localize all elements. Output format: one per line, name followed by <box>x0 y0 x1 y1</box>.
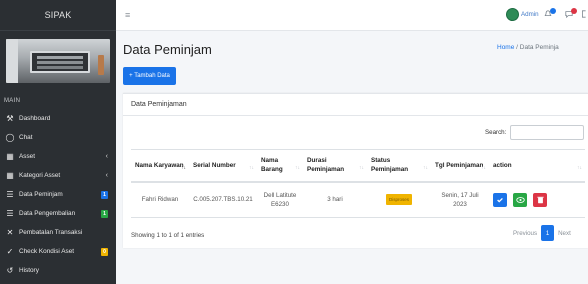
sidebar-item-label: Data Pengembalian <box>19 210 76 217</box>
delete-button[interactable] <box>533 192 547 207</box>
check-icon: ✓ <box>6 247 14 256</box>
cell-action <box>489 181 563 218</box>
column-header-status-peminjaman[interactable]: Status Peminjaman ↑↓ <box>367 149 431 183</box>
sort-icon: ↑↓ <box>249 164 254 171</box>
column-label: Durasi Peminjaman <box>307 157 345 174</box>
check-icon <box>497 197 503 203</box>
column-header-tgl-peminjaman[interactable]: Tgl Peminjaman ↑↓ <box>431 149 489 183</box>
data-card: Data Peminjaman Search: Nama Karyawan ↑↓… <box>123 93 588 248</box>
pagination-page-1[interactable]: 1 <box>541 225 555 241</box>
column-header-durasi-peminjaman[interactable]: Durasi Peminjaman ↑↓ <box>303 149 367 183</box>
list-icon: ☰ <box>6 209 14 218</box>
sidebar-item-check-kondisi-aset[interactable]: ✓ Check Kondisi Aset 0 <box>0 242 116 261</box>
search-label: Search: <box>485 129 507 136</box>
column-header-serial-number[interactable]: Serial Number ↑↓ <box>189 149 257 183</box>
pagination: Previous 1 Next <box>509 225 575 241</box>
column-header-nama-karyawan[interactable]: Nama Karyawan ↑↓ <box>131 149 189 183</box>
count-badge: 0 <box>101 247 108 256</box>
sidebar-banner-image <box>6 39 110 83</box>
chevron-left-icon: ‹ <box>105 172 108 179</box>
sidebar-item-pembatalan-transaksi[interactable]: ✕ Pembatalan Transaksi <box>0 223 116 242</box>
sidebar-item-label: Kategori Asset <box>19 172 61 179</box>
cell-nama-karyawan: Fahri Ridwan <box>131 181 189 218</box>
sort-icon: ↑↓ <box>359 164 364 171</box>
pagination-next[interactable]: Next <box>554 225 575 241</box>
sidebar: SIPAK MAIN ⚒ Dashboard ◯ Chat ▦ Asset ‹ … <box>0 0 116 284</box>
asset-icon: ▦ <box>6 152 14 161</box>
notification-badge <box>550 8 556 14</box>
history-icon: ↺ <box>6 266 14 275</box>
search-input[interactable] <box>510 125 584 140</box>
sort-icon: ↑↓ <box>481 164 486 171</box>
dashboard-icon: ⚒ <box>6 114 14 123</box>
sidebar-item-label: Dashboard <box>19 115 51 122</box>
column-label: Status Peminjaman <box>371 157 409 174</box>
breadcrumb-current: Data Peminja <box>519 44 559 51</box>
sidebar-item-history[interactable]: ↺ History <box>0 261 116 280</box>
sidebar-item-asset[interactable]: ▦ Asset ‹ <box>0 147 116 166</box>
count-badge: 1 <box>101 209 108 218</box>
close-icon: ✕ <box>6 228 14 237</box>
sidebar-section-label: MAIN <box>4 98 21 104</box>
entries-info: Showing 1 to 1 of 1 entries <box>131 232 205 239</box>
column-label: Tgl Peminjaman <box>435 161 484 169</box>
view-button[interactable] <box>513 192 527 207</box>
sidebar-item-dashboard[interactable]: ⚒ Dashboard <box>0 109 116 128</box>
cell-tgl: Senin, 17 Juli 2023 <box>431 181 489 218</box>
column-label: Nama Karyawan <box>135 161 184 169</box>
table-row: Fahri Ridwan C.005.207.TBS.10.21 Dell La… <box>131 181 585 218</box>
sidebar-item-label: Check Kondisi Aset <box>19 248 75 255</box>
category-icon: ▦ <box>6 171 14 180</box>
pagination-previous[interactable]: Previous <box>509 225 541 241</box>
cell-nama-barang: Dell Latitute E6230 <box>257 181 303 218</box>
sidebar-item-label: Data Peminjam <box>19 191 63 198</box>
column-header-nama-barang[interactable]: Nama Barang ↑↓ <box>257 149 303 183</box>
sidebar-item-data-pengembalian[interactable]: ☰ Data Pengembalian 1 <box>0 204 116 223</box>
column-header-action[interactable]: action <box>489 149 563 183</box>
sort-icon: ↑↓ <box>577 164 582 171</box>
status-badge: Disproses <box>385 194 412 206</box>
sort-icon: ↑↓ <box>295 164 300 171</box>
column-label: Serial Number <box>193 161 236 169</box>
sidebar-item-label: Chat <box>19 134 33 141</box>
hamburger-menu-icon[interactable]: ≡ <box>125 10 130 20</box>
sidebar-item-data-peminjam[interactable]: ☰ Data Peminjam 1 <box>0 185 116 204</box>
add-data-button[interactable]: + Tambah Data <box>123 67 176 85</box>
brand-logo[interactable]: SIPAK <box>0 0 116 31</box>
page-title: Data Peminjam <box>123 42 212 57</box>
sort-icon: ↑↓ <box>181 164 186 171</box>
data-table: Nama Karyawan ↑↓ Serial Number ↑↓ Nama B… <box>131 149 585 218</box>
sidebar-nav: ⚒ Dashboard ◯ Chat ▦ Asset ‹ ▦ Kategori … <box>0 109 116 280</box>
approve-button[interactable] <box>493 192 507 207</box>
column-header-extra[interactable]: ↑↓ <box>563 149 585 183</box>
count-badge: 1 <box>101 190 108 199</box>
cell-serial-number: C.005.207.TBS.10.21 <box>189 181 257 218</box>
chat-icon: ◯ <box>5 133 15 142</box>
sidebar-item-chat[interactable]: ◯ Chat <box>0 128 116 147</box>
card-title: Data Peminjaman <box>123 94 588 116</box>
list-icon: ☰ <box>6 190 14 199</box>
table-header-row: Nama Karyawan ↑↓ Serial Number ↑↓ Nama B… <box>131 149 585 183</box>
breadcrumb-home-link[interactable]: Home <box>497 44 514 51</box>
chevron-left-icon: ‹ <box>105 153 108 160</box>
sidebar-item-label: Asset <box>19 153 35 160</box>
logout-icon[interactable] <box>581 10 587 20</box>
sidebar-item-kategori-asset[interactable]: ▦ Kategori Asset ‹ <box>0 166 116 185</box>
cell-durasi: 3 hari <box>303 181 367 218</box>
user-name[interactable]: Admin <box>521 11 539 18</box>
cell-status: Disproses <box>367 181 431 218</box>
avatar[interactable] <box>506 8 519 21</box>
eye-icon <box>515 196 525 203</box>
topbar: ≡ Admin <box>116 0 588 31</box>
sidebar-item-label: History <box>19 267 39 274</box>
cell-extra <box>563 181 585 218</box>
column-label: action <box>493 161 512 169</box>
trash-icon <box>536 196 544 203</box>
sidebar-item-label: Pembatalan Transaksi <box>19 229 83 236</box>
column-label: Nama Barang <box>261 157 283 174</box>
sort-icon: ↑↓ <box>423 164 428 171</box>
message-badge <box>571 8 577 14</box>
breadcrumb: Home / Data Peminja <box>497 44 559 51</box>
